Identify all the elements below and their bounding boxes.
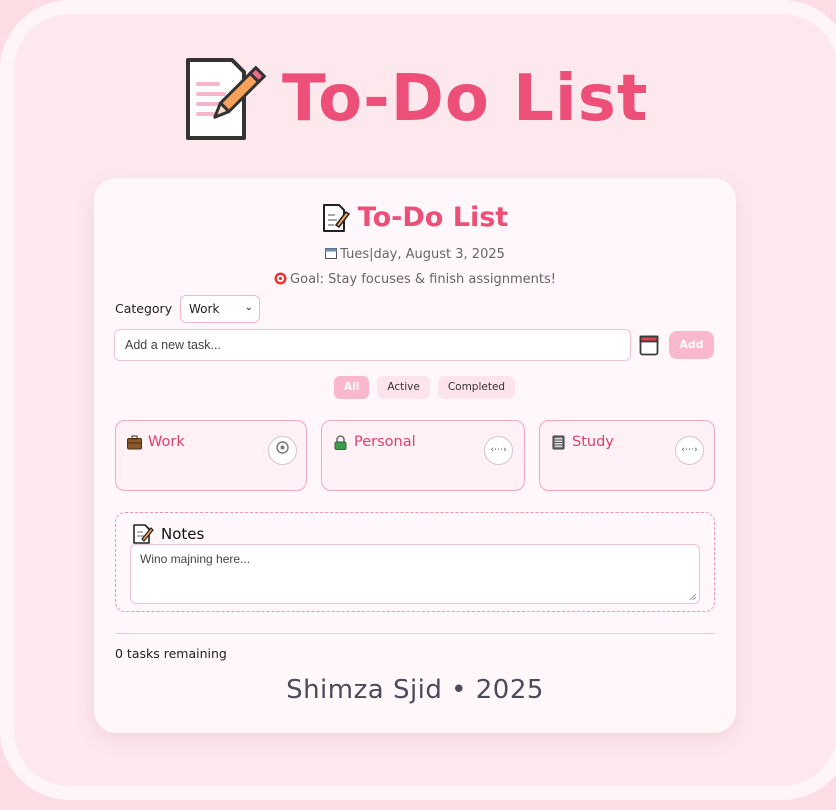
notebook-icon	[552, 435, 565, 449]
card-title: To-Do List	[357, 202, 509, 233]
filter-active[interactable]: Active	[377, 376, 430, 399]
notes-title: Notes	[161, 525, 205, 543]
footer-credit: Shimza Sjid • 2025	[286, 675, 544, 705]
notes-section: Notes Wino majning here...	[115, 512, 715, 612]
memo-icon	[133, 524, 154, 544]
briefcase-icon	[127, 435, 142, 449]
goal-line: Goal: Stay focuses & finish assignments!	[94, 272, 736, 287]
code-icon[interactable]: ‹⋯›	[675, 436, 704, 465]
category-card-personal[interactable]: Personal ‹⋯›	[321, 420, 525, 491]
page-header: To-Do List	[182, 56, 648, 142]
category-selected: Work	[189, 302, 220, 316]
task-input-placeholder: Add a new task...	[125, 338, 221, 352]
chevron-down-icon: ⌄	[244, 302, 253, 313]
calendar-icon	[325, 248, 338, 259]
memo-icon	[186, 58, 267, 140]
category-select[interactable]: Work ⌄	[180, 295, 260, 323]
code-icon[interactable]: ‹⋯›	[484, 436, 513, 465]
category-card-label: Work	[148, 434, 185, 450]
target-icon	[274, 272, 287, 285]
category-card-label: Study	[572, 434, 614, 450]
date-text: Tues|day, August 3, 2025	[340, 247, 505, 262]
category-card-study[interactable]: Study ‹⋯›	[539, 420, 715, 491]
category-card-header: Personal	[333, 434, 416, 450]
calendar-icon[interactable]	[639, 334, 659, 356]
task-input[interactable]: Add a new task...	[114, 329, 631, 361]
category-card-header: Work	[127, 434, 185, 450]
category-card-work[interactable]: Work	[115, 420, 307, 491]
resize-grip-icon[interactable]	[689, 593, 697, 601]
date-line: Tues|day, August 3, 2025	[94, 247, 736, 262]
card-header: To-Do List	[94, 202, 736, 233]
memo-icon	[322, 203, 350, 232]
notes-placeholder: Wino majning here...	[140, 552, 251, 566]
tasks-remaining: 0 tasks remaining	[115, 646, 227, 661]
notes-textarea[interactable]: Wino majning here...	[130, 544, 700, 604]
category-card-header: Study	[551, 434, 614, 450]
palette-icon[interactable]	[268, 436, 297, 465]
notes-header: Notes	[132, 523, 204, 545]
lock-icon	[334, 434, 347, 450]
filter-tabs: All Active Completed	[334, 376, 516, 399]
goal-text: Goal: Stay focuses & finish assignments!	[290, 272, 556, 287]
page-title: To-Do List	[282, 62, 649, 136]
category-label: Category	[115, 301, 173, 316]
category-card-label: Personal	[354, 434, 416, 450]
todo-card: To-Do List Tues|day, August 3, 2025 Goal…	[94, 178, 736, 733]
filter-completed[interactable]: Completed	[437, 376, 516, 399]
divider	[115, 633, 715, 634]
add-button[interactable]: Add	[669, 331, 714, 359]
filter-all[interactable]: All	[334, 376, 370, 399]
